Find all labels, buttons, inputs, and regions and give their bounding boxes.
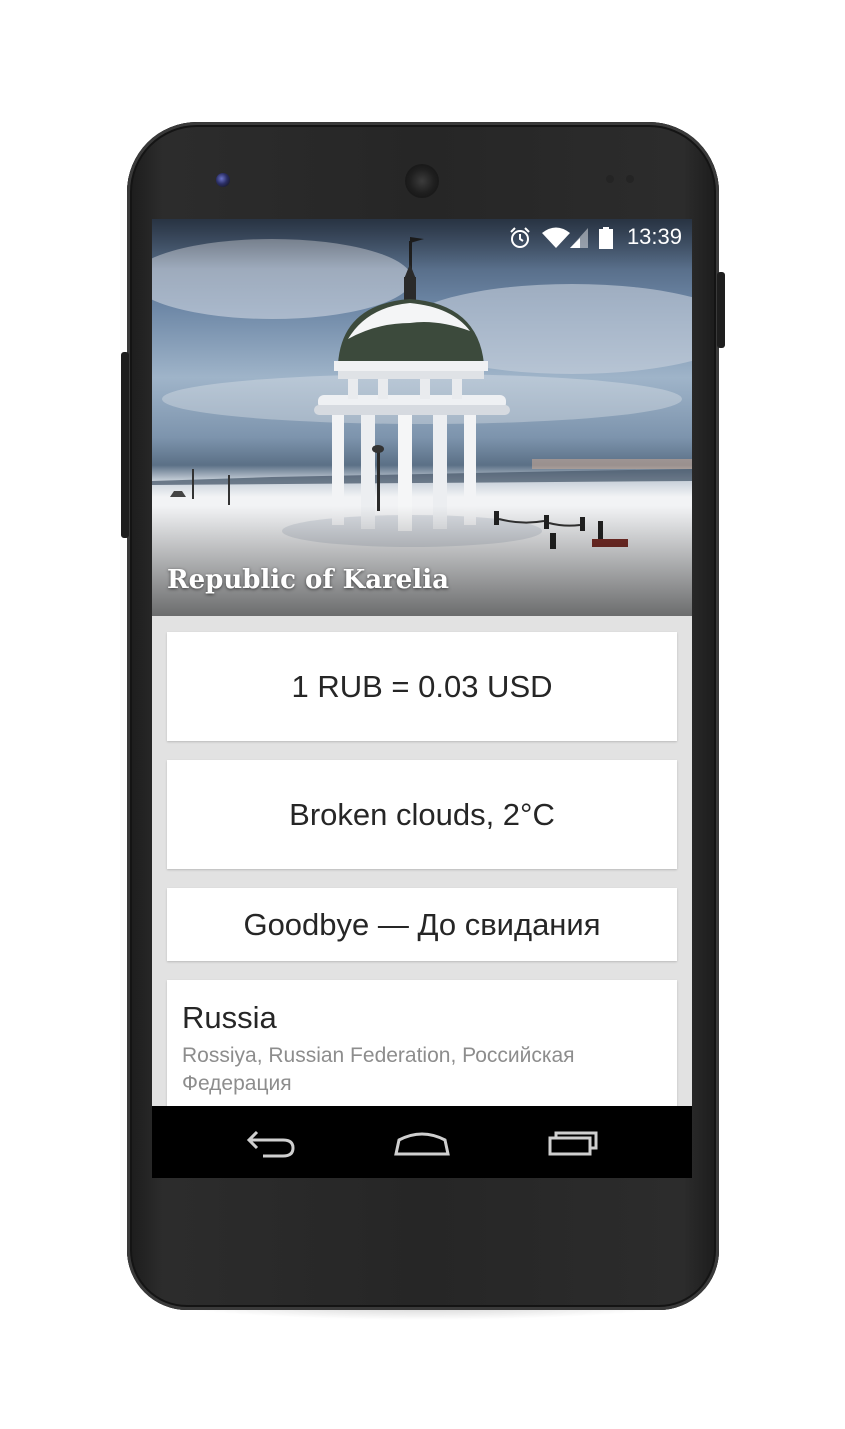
hero-bottom-scrim bbox=[152, 506, 692, 616]
country-card[interactable]: Russia Rossiya, Russian Federation, Росс… bbox=[167, 980, 677, 1120]
wifi-icon bbox=[542, 227, 570, 248]
navigation-bar bbox=[152, 1106, 692, 1178]
alarm-icon bbox=[510, 227, 530, 248]
screen: Republic of Karelia 13:39 1 RUB = 0.03 U… bbox=[152, 219, 692, 1178]
phrase-translation: Goodbye — До свидания bbox=[243, 906, 601, 942]
status-bar: 13:39 bbox=[152, 219, 692, 255]
earpiece-speaker bbox=[407, 166, 437, 196]
power-button bbox=[717, 272, 725, 348]
currency-rate: 1 RUB = 0.03 USD bbox=[291, 668, 553, 704]
weather-summary: Broken clouds, 2°C bbox=[289, 796, 555, 832]
signal-icon bbox=[570, 228, 588, 248]
back-icon[interactable] bbox=[237, 1124, 307, 1160]
weather-card[interactable]: Broken clouds, 2°C bbox=[167, 760, 677, 869]
currency-card[interactable]: 1 RUB = 0.03 USD bbox=[167, 632, 677, 741]
phrase-card[interactable]: Goodbye — До свидания bbox=[167, 888, 677, 961]
light-sensor bbox=[626, 175, 634, 183]
status-time: 13:39 bbox=[626, 224, 682, 249]
recents-icon[interactable] bbox=[538, 1124, 608, 1160]
hero-image: Republic of Karelia bbox=[152, 219, 692, 616]
front-camera bbox=[216, 173, 230, 187]
country-name: Russia bbox=[182, 1000, 277, 1035]
home-icon[interactable] bbox=[387, 1124, 457, 1160]
battery-icon bbox=[599, 227, 613, 249]
region-title: Republic of Karelia bbox=[167, 565, 449, 595]
country-aliases: Rossiya, Russian Federation, Российская … bbox=[182, 1044, 575, 1095]
volume-button bbox=[121, 352, 129, 538]
proximity-sensor bbox=[606, 175, 614, 183]
